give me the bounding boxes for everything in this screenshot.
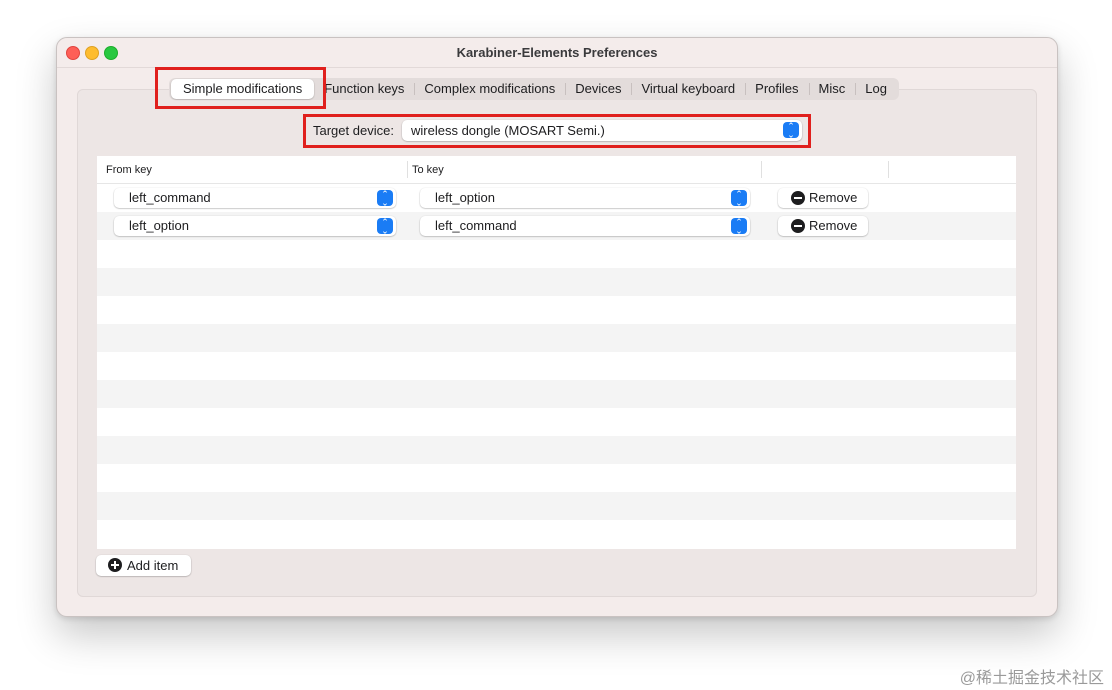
plus-circle-icon <box>108 558 122 572</box>
tab-complex-modifications[interactable]: Complex modifications <box>414 79 565 99</box>
empty-row <box>97 464 1016 492</box>
empty-row <box>97 436 1016 464</box>
empty-row <box>97 324 1016 352</box>
empty-row <box>97 408 1016 436</box>
tab-virtual-keyboard[interactable]: Virtual keyboard <box>631 79 745 99</box>
select-stepper-icon: ⌃ ⌃ <box>731 218 747 235</box>
to-key-select[interactable]: left_option ⌃ ⌃ <box>420 188 750 208</box>
window-title: Karabiner-Elements Preferences <box>456 45 658 60</box>
title-bar: Karabiner-Elements Preferences <box>57 38 1057 68</box>
highlight-box-target-device <box>303 114 811 148</box>
tab-devices[interactable]: Devices <box>565 79 631 99</box>
minus-circle-icon <box>791 219 805 233</box>
table-header: From key To key <box>97 156 1016 184</box>
to-key-value: left_option <box>435 190 495 205</box>
watermark: @稀土掘金技术社区 <box>959 670 1104 687</box>
empty-row <box>97 352 1016 380</box>
empty-row <box>97 240 1016 268</box>
empty-row <box>97 520 1016 548</box>
from-key-value: left_command <box>129 190 211 205</box>
remove-label: Remove <box>809 218 858 233</box>
tab-misc[interactable]: Misc <box>808 79 856 99</box>
preferences-window: Karabiner-Elements Preferences Simple mo… <box>56 37 1058 617</box>
tab-log[interactable]: Log <box>855 79 897 99</box>
select-stepper-icon: ⌃ ⌃ <box>377 190 393 207</box>
add-item-label: Add item <box>127 558 179 573</box>
modifications-table: From key To key left_command ⌃ ⌃ left_opt… <box>97 156 1016 549</box>
from-key-select[interactable]: left_command ⌃ ⌃ <box>114 188 396 208</box>
to-key-value: left_command <box>435 218 517 233</box>
tab-profiles[interactable]: Profiles <box>745 79 808 99</box>
to-key-header: To key <box>412 164 444 176</box>
remove-button[interactable]: Remove <box>778 216 868 236</box>
empty-row <box>97 296 1016 324</box>
remove-button[interactable]: Remove <box>778 188 868 208</box>
minus-circle-icon <box>791 191 805 205</box>
empty-row <box>97 268 1016 296</box>
to-key-select[interactable]: left_command ⌃ ⌃ <box>420 216 750 236</box>
empty-row <box>97 380 1016 408</box>
table-row: left_command ⌃ ⌃ left_option ⌃ ⌃ Remove <box>97 184 1016 212</box>
column-separator <box>761 161 762 178</box>
remove-label: Remove <box>809 190 858 205</box>
column-separator <box>888 161 889 178</box>
highlight-box-tab <box>155 67 326 109</box>
table-row: left_option ⌃ ⌃ left_command ⌃ ⌃ Remove <box>97 212 1016 240</box>
empty-row <box>97 492 1016 520</box>
from-key-header: From key <box>106 164 152 176</box>
select-stepper-icon: ⌃ ⌃ <box>377 218 393 235</box>
from-key-value: left_option <box>129 218 189 233</box>
from-key-select[interactable]: left_option ⌃ ⌃ <box>114 216 396 236</box>
add-item-button[interactable]: Add item <box>96 555 191 576</box>
select-stepper-icon: ⌃ ⌃ <box>731 190 747 207</box>
column-separator <box>407 161 408 178</box>
tab-function-keys[interactable]: Function keys <box>314 79 414 99</box>
